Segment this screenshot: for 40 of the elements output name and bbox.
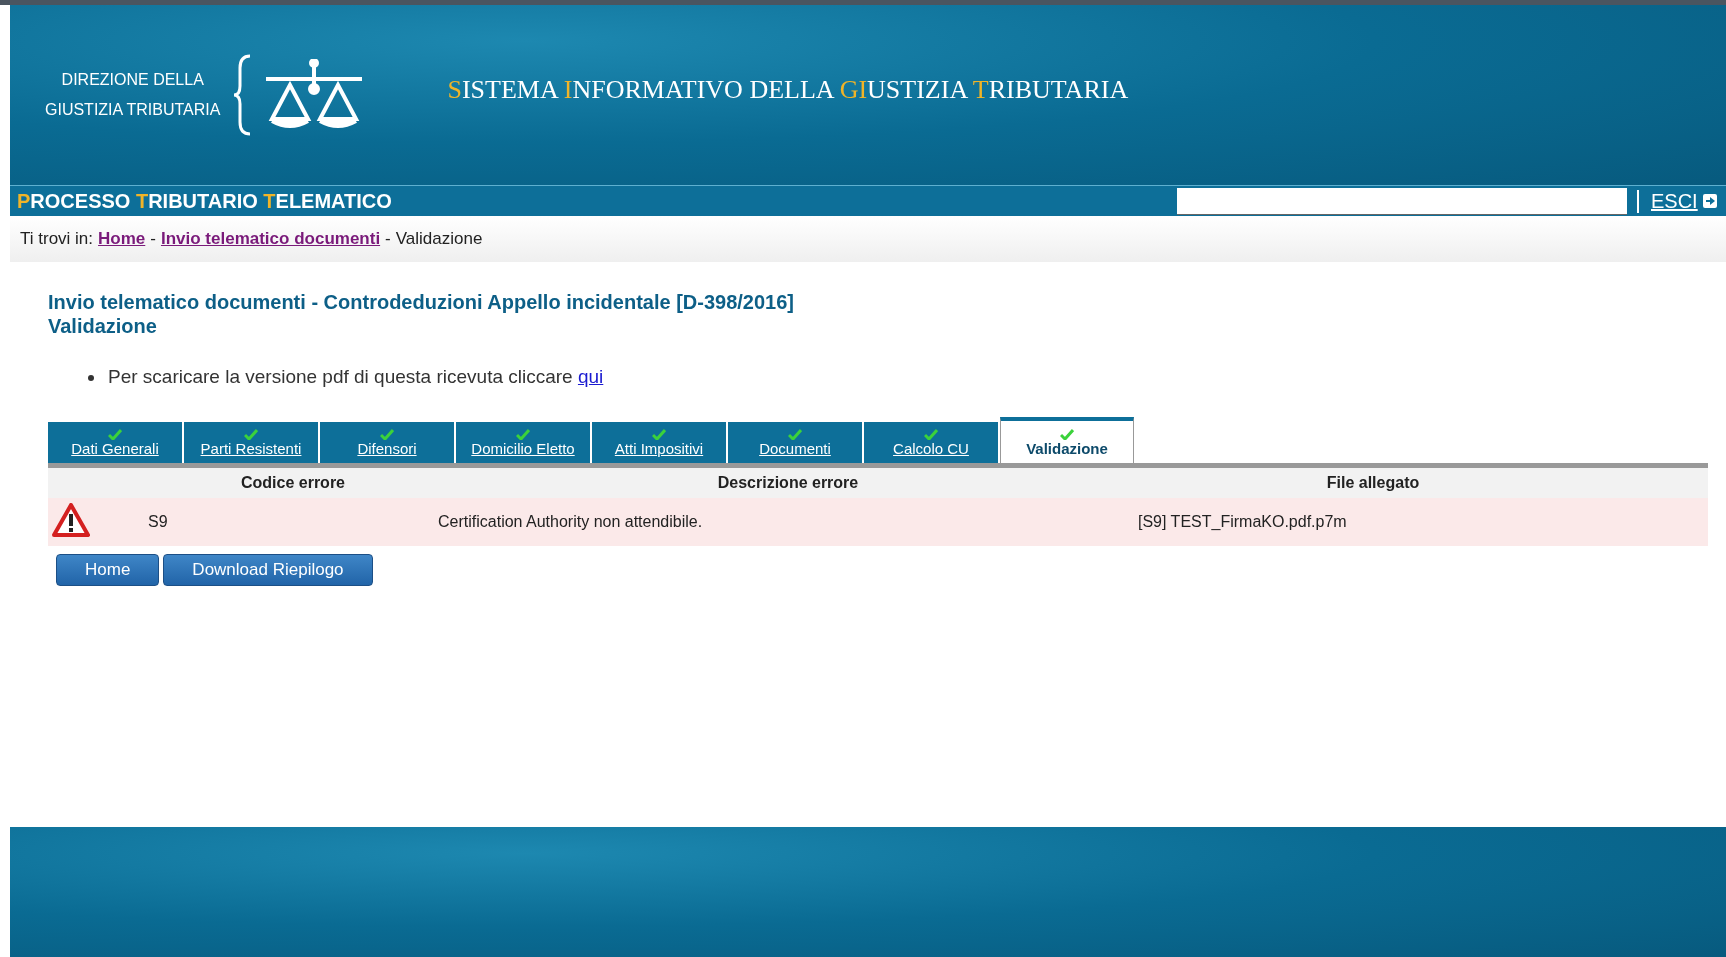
column-header: Descrizione errore (716, 474, 860, 492)
checkmark-icon (380, 429, 394, 440)
checkmark-icon (516, 429, 530, 440)
system-title: SISTEMA INFORMATIVO DELLA GIUSTIZIA TRIBUTARIA (447, 75, 1129, 105)
tab[interactable]: Parti Resistenti (184, 422, 318, 463)
checkmark-icon (924, 429, 938, 440)
breadcrumb-current: Validazione (395, 229, 483, 249)
download-link[interactable]: qui (577, 366, 604, 387)
notice-text: Per scaricare la versione pdf di questa ricevuta cliccare qui (108, 366, 604, 388)
checkmark-icon (244, 429, 258, 440)
tab[interactable]: Documenti (728, 422, 862, 463)
breadcrumb-label: Ti trovi in: (20, 229, 94, 249)
logout-link[interactable]: ESCI (1637, 189, 1718, 213)
exit-icon (1701, 193, 1718, 209)
scales-icon (266, 59, 363, 131)
table-cell-text: Certification Authority non attendibile. (438, 513, 704, 531)
tab[interactable]: Atti Impositivi (592, 422, 726, 463)
table-cell-text: S9 (148, 513, 169, 531)
organization-name: DIREZIONE DELLA GIUSTIZIA TRIBUTARIA (45, 70, 221, 120)
breadcrumb-separator: - (150, 229, 156, 249)
checkmark-icon (108, 429, 122, 440)
tab[interactable]: Difensori (320, 422, 454, 463)
app-title: PROCESSO TRIBUTARIO TELEMATICO (16, 189, 393, 213)
checkmark-icon (652, 429, 666, 440)
column-header: File allegato (1325, 474, 1421, 492)
tab[interactable]: Domicilio Eletto (456, 422, 590, 463)
breadcrumb-link[interactable]: Home (98, 229, 146, 249)
page-title: Invio telematico documenti - Controdeduzioni Appello incidentale [D-398/2016] Validazione (48, 290, 796, 338)
breadcrumb-link[interactable]: Invio telematico documenti (160, 229, 381, 249)
checkmark-icon (1060, 429, 1074, 440)
table-cell-text: [S9] TEST_FirmaKO.pdf.p7m (1138, 513, 1348, 531)
action-button[interactable]: Home (56, 554, 160, 586)
checkmark-icon (788, 429, 802, 440)
breadcrumb-separator: - (385, 229, 391, 249)
column-header: Codice errore (239, 474, 346, 492)
action-button[interactable]: Download Riepilogo (163, 554, 373, 586)
tab[interactable]: Dati Generali (48, 422, 182, 463)
tab[interactable]: Calcolo CU (864, 422, 998, 463)
tab[interactable]: Validazione (1000, 417, 1134, 463)
bullet-icon (88, 375, 94, 381)
